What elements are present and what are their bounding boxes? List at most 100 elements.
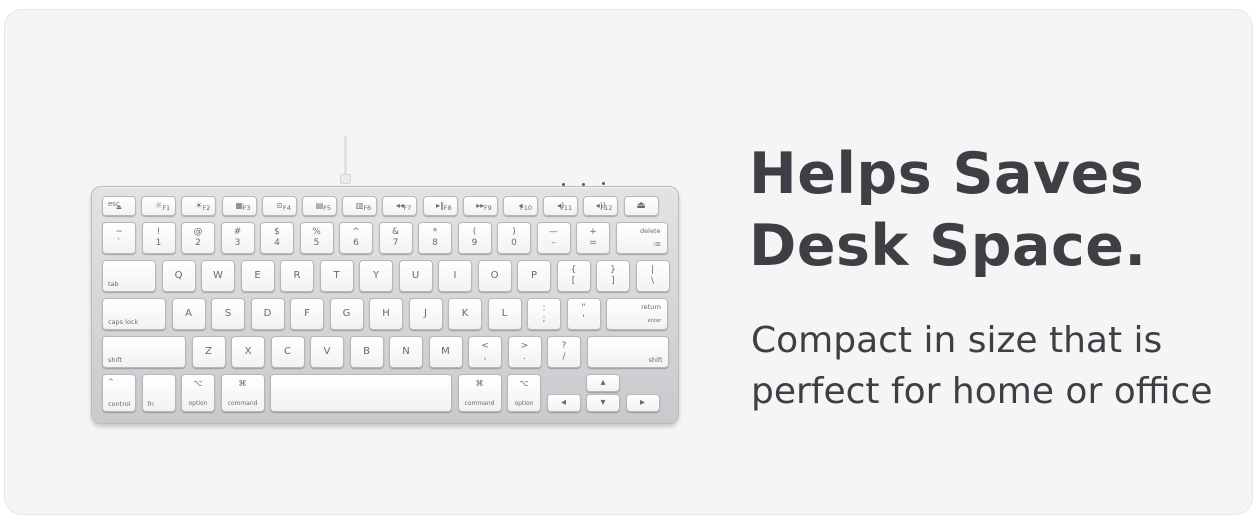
keyboard-key: W — [201, 260, 235, 292]
key-label: ▸▸ — [476, 201, 485, 210]
key-label: enter — [647, 318, 661, 324]
key-label: L — [501, 308, 508, 319]
key-label: ◂◂ — [395, 201, 404, 210]
key-label: V — [323, 346, 331, 357]
keyboard-key: tab — [102, 260, 156, 292]
key-label: 5 — [313, 238, 320, 248]
key-label: ^ — [108, 378, 114, 386]
keyboard-key: ⏏ — [623, 196, 659, 216]
keyboard-key: shift — [586, 336, 669, 368]
key-label: ◂ — [518, 201, 523, 210]
keyboard-key: F3 ▦ — [221, 196, 257, 216]
key-label: @ — [193, 227, 203, 237]
keyboard-key: % 5 — [299, 222, 334, 254]
keyboard-key: ◂ — [546, 394, 581, 412]
key-label: ? — [561, 341, 567, 351]
keyboard-key: X — [231, 336, 265, 368]
key-label: $ — [274, 227, 280, 237]
key-label: , — [483, 352, 487, 362]
key-label: return — [641, 303, 661, 311]
key-label: & — [391, 227, 400, 237]
headline-line-2: Desk Space. — [749, 213, 1147, 279]
keyboard-key: F1 ☼ — [141, 196, 177, 216]
keyboard-key: F9 ▸▸ — [462, 196, 498, 216]
keyboard-key: Q — [161, 260, 196, 292]
keyboard-key: M — [428, 336, 463, 368]
keyboard-key: U — [398, 260, 433, 292]
key-label: 9 — [471, 238, 478, 248]
keyboard-key: :; — [527, 298, 561, 330]
keyboard-key: H — [369, 298, 403, 330]
keyboard-key: & 7 — [378, 222, 413, 254]
keyboard-key: * 8 — [418, 222, 452, 254]
key-label: O — [490, 270, 499, 281]
key-label: 6 — [353, 238, 359, 248]
key-label: % — [312, 227, 321, 237]
keyboard-key: return enter — [606, 298, 668, 330]
key-label: ) — [512, 227, 516, 237]
keyboard-key: F6 ▥ — [342, 196, 378, 216]
keyboard-key: (9 — [457, 222, 492, 254]
key-label: ( — [472, 227, 477, 237]
key-label: [ — [571, 276, 576, 286]
key-label: . — [523, 352, 526, 362]
key-label: N — [402, 346, 410, 357]
keyboard-key: K — [448, 298, 482, 330]
key-label: command — [464, 400, 495, 407]
key-label: G — [342, 308, 351, 319]
key-label: W — [213, 270, 223, 281]
keyboard-key: A — [171, 298, 206, 330]
key-label: * — [432, 227, 438, 237]
indicator-light — [582, 183, 585, 186]
key-label: ▾ — [600, 397, 606, 408]
keyboard-key: ^ control — [102, 374, 136, 412]
key-label: ^ — [352, 227, 360, 237]
key-label: I — [453, 270, 457, 281]
keyboard-key: fn — [141, 374, 176, 412]
key-label: Z — [205, 346, 212, 357]
keyboard-key: ~ ` — [102, 222, 136, 254]
key-label: F — [304, 308, 310, 319]
key-label: 7 — [392, 238, 399, 248]
feature-card: esc ⏏ F1 ☼ F2 ☀ F3 ▦ F4 ⊙ F5 ▤ F6 ▥ F7 ◂◂ F8 ▸‖ F9 ▸▸ F10 ◂ F1… — [4, 9, 1253, 515]
keyboard-key: T — [319, 260, 354, 292]
keyboard-key: option ⌥ — [507, 374, 541, 412]
keyboard-key: ! 1 — [141, 222, 176, 254]
key-label: # — [233, 227, 242, 237]
key-label: shift — [108, 355, 123, 364]
keyboard-body: esc ⏏ F1 ☼ F2 ☀ F3 ▦ F4 ⊙ F5 ▤ F6 ▥ F7 ◂◂ F8 ▸‖ F9 ▸▸ F10 ◂ F1… — [91, 182, 679, 424]
key-label: M — [441, 346, 450, 357]
keyboard-key: }] — [596, 260, 630, 292]
keyboard-key: F12 ◂)) — [583, 196, 619, 216]
key-label: + — [589, 227, 597, 237]
key-label: B — [363, 346, 370, 357]
key-label: ⌘ — [475, 379, 484, 388]
key-label: shift — [648, 355, 663, 364]
keyboard-key: F7 ◂◂ — [382, 196, 418, 216]
keyboard-key: $4 — [260, 222, 294, 254]
key-label: ' — [582, 314, 585, 324]
key-label: ⌫ — [653, 242, 661, 248]
keyboard-key: F5 ▤ — [302, 196, 337, 216]
key-label: 8 — [432, 238, 438, 248]
key-label: ◂)) — [595, 201, 607, 210]
key-label: 2 — [195, 238, 201, 248]
key-label: T — [333, 270, 340, 281]
keyboard-key: caps lock — [102, 298, 166, 330]
key-label: A — [185, 308, 192, 319]
keyboard-key: | \ — [635, 260, 670, 292]
keyboard-key: command ⌘ — [220, 374, 265, 412]
keyboard-key: Y — [359, 260, 393, 292]
key-label: E — [254, 270, 261, 281]
keyboard-key: ^ 6 — [339, 222, 373, 254]
key-label: ⏏ — [636, 200, 646, 211]
keyboard-key: F4 ⊙ — [261, 196, 297, 216]
keyboard-key: F8 ▸‖ — [422, 196, 458, 216]
indicator-light — [602, 182, 605, 185]
key-label: " — [581, 303, 586, 313]
keyboard-key: + = — [576, 222, 610, 254]
keyboard-key: — – — [536, 222, 571, 254]
keyboard-key: " ' — [566, 298, 601, 330]
keyboard-key: F10 ◂ — [503, 196, 538, 216]
subtext-line-2: perfect for home or office — [751, 371, 1213, 412]
